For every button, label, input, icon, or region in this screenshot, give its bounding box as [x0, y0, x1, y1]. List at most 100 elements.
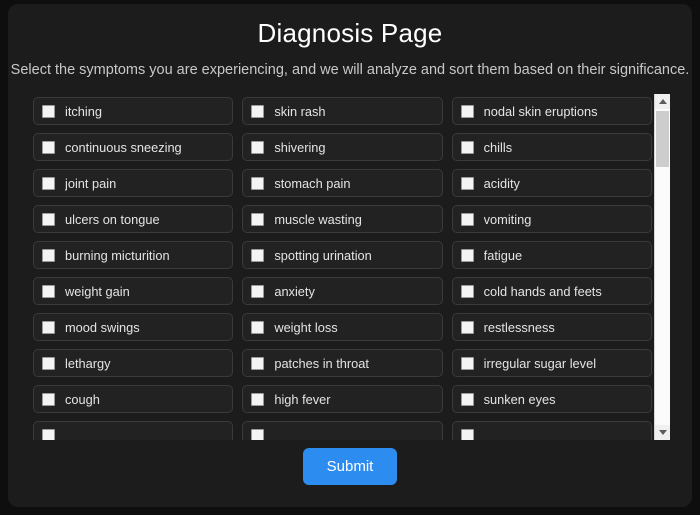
- submit-row: Submit: [8, 448, 692, 485]
- symptom-item[interactable]: itching: [33, 97, 234, 125]
- checkbox-icon[interactable]: [42, 248, 55, 262]
- symptom-item[interactable]: nodal skin eruptions: [451, 97, 652, 125]
- symptom-label: stomach pain: [274, 175, 351, 191]
- checkbox-icon[interactable]: [42, 176, 55, 190]
- symptom-item[interactable]: muscle wasting: [242, 205, 443, 233]
- checkbox-icon[interactable]: [251, 284, 265, 298]
- page-title: Diagnosis Page: [257, 18, 443, 48]
- checkbox-icon[interactable]: [251, 428, 265, 440]
- symptom-item[interactable]: patches in throat: [242, 349, 443, 377]
- symptom-item[interactable]: vomiting: [451, 205, 652, 233]
- symptom-item[interactable]: fatigue: [451, 241, 652, 269]
- symptom-label: irregular sugar level: [483, 355, 597, 371]
- checkbox-icon[interactable]: [460, 428, 474, 440]
- checkbox-icon[interactable]: [42, 320, 55, 334]
- symptom-item[interactable]: cold hands and feets: [451, 277, 652, 305]
- checkbox-icon[interactable]: [460, 104, 474, 118]
- checkbox-icon[interactable]: [42, 212, 55, 226]
- checkbox-icon[interactable]: [460, 356, 474, 370]
- symptom-label: cold hands and feets: [483, 283, 602, 299]
- symptom-item[interactable]: lethargy: [33, 349, 234, 377]
- symptom-item[interactable]: [33, 421, 234, 440]
- symptom-list-container: itching skin rash nodal skin eruptions cont…: [30, 94, 670, 440]
- diagnosis-page-card: Diagnosis Page Select the symptoms you a…: [8, 4, 692, 507]
- checkbox-icon[interactable]: [251, 140, 265, 154]
- symptom-label: continuous sneezing: [65, 139, 182, 155]
- submit-button[interactable]: Submit: [302, 448, 398, 485]
- symptom-item[interactable]: burning micturition: [33, 241, 234, 269]
- scroll-up-button[interactable]: [655, 94, 670, 109]
- checkbox-icon[interactable]: [460, 392, 474, 406]
- checkbox-icon[interactable]: [251, 392, 265, 406]
- checkbox-icon[interactable]: [251, 248, 265, 262]
- checkbox-icon[interactable]: [460, 320, 474, 334]
- symptom-label: burning micturition: [65, 247, 170, 263]
- symptom-label: skin rash: [274, 103, 326, 119]
- symptom-item[interactable]: shivering: [242, 133, 443, 161]
- symptom-label: muscle wasting: [274, 211, 362, 227]
- triangle-down-icon: [658, 430, 667, 435]
- symptom-label: itching: [65, 103, 102, 119]
- symptom-label: joint pain: [65, 175, 117, 191]
- scrollbar-thumb[interactable]: [656, 111, 669, 167]
- checkbox-icon[interactable]: [460, 212, 474, 226]
- checkbox-icon[interactable]: [460, 140, 474, 154]
- checkbox-icon[interactable]: [460, 176, 474, 190]
- symptom-list-viewport: itching skin rash nodal skin eruptions cont…: [30, 94, 654, 440]
- symptom-item[interactable]: restlessness: [451, 313, 652, 341]
- symptom-list-scrollbar[interactable]: [654, 94, 670, 440]
- symptom-label: chills: [483, 139, 513, 155]
- symptom-item[interactable]: skin rash: [242, 97, 443, 125]
- symptom-item[interactable]: anxiety: [242, 277, 443, 305]
- symptom-label: acidity: [483, 175, 520, 191]
- symptom-grid: itching skin rash nodal skin eruptions cont…: [30, 94, 654, 440]
- checkbox-icon[interactable]: [42, 428, 55, 440]
- checkbox-icon[interactable]: [251, 356, 265, 370]
- symptom-item[interactable]: cough: [33, 385, 234, 413]
- symptom-item[interactable]: acidity: [451, 169, 652, 197]
- checkbox-icon[interactable]: [42, 284, 55, 298]
- symptom-item[interactable]: high fever: [242, 385, 443, 413]
- checkbox-icon[interactable]: [42, 392, 55, 406]
- checkbox-icon[interactable]: [251, 176, 265, 190]
- symptom-label: fatigue: [483, 247, 523, 263]
- checkbox-icon[interactable]: [251, 104, 265, 118]
- triangle-up-icon: [658, 99, 667, 104]
- symptom-item[interactable]: mood swings: [33, 313, 234, 341]
- symptom-item[interactable]: continuous sneezing: [33, 133, 234, 161]
- symptom-label: cough: [65, 391, 100, 407]
- symptom-item[interactable]: weight loss: [242, 313, 443, 341]
- symptom-label: spotting urination: [274, 247, 372, 263]
- symptom-label: anxiety: [274, 283, 315, 299]
- symptom-item[interactable]: ulcers on tongue: [33, 205, 234, 233]
- symptom-item[interactable]: weight gain: [33, 277, 234, 305]
- symptom-item[interactable]: [451, 421, 652, 440]
- checkbox-icon[interactable]: [460, 284, 474, 298]
- symptom-item[interactable]: [242, 421, 443, 440]
- symptom-label: restlessness: [483, 319, 555, 335]
- symptom-label: mood swings: [65, 319, 140, 335]
- checkbox-icon[interactable]: [42, 356, 55, 370]
- symptom-label: weight loss: [274, 319, 338, 335]
- symptom-label: nodal skin eruptions: [483, 103, 598, 119]
- symptom-label: vomiting: [483, 211, 532, 227]
- symptom-label: sunken eyes: [483, 391, 556, 407]
- checkbox-icon[interactable]: [251, 212, 265, 226]
- symptom-label: lethargy: [65, 355, 111, 371]
- symptom-item[interactable]: sunken eyes: [451, 385, 652, 413]
- symptom-item[interactable]: spotting urination: [242, 241, 443, 269]
- symptom-item[interactable]: chills: [451, 133, 652, 161]
- symptom-label: high fever: [274, 391, 331, 407]
- scroll-down-button[interactable]: [655, 425, 670, 440]
- symptom-label: patches in throat: [274, 355, 369, 371]
- checkbox-icon[interactable]: [460, 248, 474, 262]
- page-subtitle: Select the symptoms you are experiencing…: [10, 62, 690, 78]
- checkbox-icon[interactable]: [42, 104, 55, 118]
- symptom-item[interactable]: joint pain: [33, 169, 234, 197]
- checkbox-icon[interactable]: [251, 320, 265, 334]
- symptom-label: shivering: [274, 139, 326, 155]
- symptom-item[interactable]: irregular sugar level: [451, 349, 652, 377]
- symptom-label: weight gain: [65, 283, 130, 299]
- symptom-item[interactable]: stomach pain: [242, 169, 443, 197]
- checkbox-icon[interactable]: [42, 140, 55, 154]
